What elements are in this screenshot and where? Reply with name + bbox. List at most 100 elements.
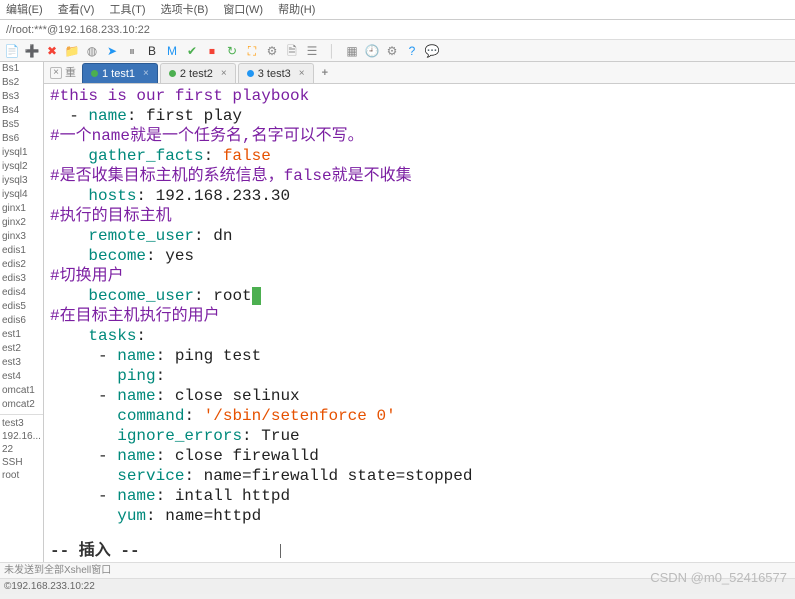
sep[interactable]: │ <box>324 43 340 59</box>
folder-icon[interactable]: 📁 <box>64 43 80 59</box>
tab[interactable]: 2 test2 × <box>160 63 236 83</box>
menu-tabs[interactable]: 选项卡(B) <box>161 4 209 16</box>
tab-strip: × 重 1 test1 × 2 test2 × 3 test3 × + <box>44 62 795 84</box>
file-icon[interactable]: 📄 <box>4 43 20 59</box>
session-item[interactable]: iysql1 <box>0 146 43 160</box>
help-icon[interactable]: ? <box>404 43 420 59</box>
menu-help[interactable]: 帮助(H) <box>278 4 315 16</box>
term-line: - name: close firewalld <box>50 446 789 466</box>
session-item[interactable]: ginx2 <box>0 216 43 230</box>
session-item[interactable]: est1 <box>0 328 43 342</box>
list-icon[interactable]: ☰ <box>304 43 320 59</box>
session-item[interactable]: iysql4 <box>0 188 43 202</box>
term-line: #this is our first playbook <box>50 86 789 106</box>
gear2-icon[interactable]: ⚙ <box>384 43 400 59</box>
session-item[interactable]: iysql2 <box>0 160 43 174</box>
menu-edit[interactable]: 编辑(E) <box>6 4 43 16</box>
session-item[interactable]: est3 <box>0 356 43 370</box>
pause-icon[interactable]: ⏸ <box>124 43 140 59</box>
term-line: - name: close selinux <box>50 386 789 406</box>
status-dot-icon <box>169 70 176 77</box>
side-tab[interactable]: × 重 <box>44 63 82 83</box>
tab-label: 3 test3 <box>258 64 291 84</box>
term-line: - name: intall httpd <box>50 486 789 506</box>
session-item[interactable]: ginx3 <box>0 230 43 244</box>
session-info: test3 <box>0 417 43 430</box>
session-item[interactable]: edis4 <box>0 286 43 300</box>
main: Bs1Bs2Bs3Bs4Bs5Bs6iysql1iysql2iysql3iysq… <box>0 62 795 562</box>
close-icon[interactable]: × <box>143 64 149 84</box>
session-info: root <box>0 469 43 482</box>
session-item[interactable]: ginx1 <box>0 202 43 216</box>
menu-window[interactable]: 窗口(W) <box>223 4 263 16</box>
term-line: #在目标主机执行的用户 <box>50 306 789 326</box>
chat-icon[interactable]: 💬 <box>424 43 440 59</box>
session-item[interactable]: Bs6 <box>0 132 43 146</box>
full-icon[interactable]: ⛶ <box>244 43 260 59</box>
menu-view[interactable]: 查看(V) <box>58 4 95 16</box>
term-line: yum: name=httpd <box>50 506 789 526</box>
session-info: 22 <box>0 443 43 456</box>
add-icon[interactable]: ➕ <box>24 43 40 59</box>
session-item[interactable]: Bs3 <box>0 90 43 104</box>
term-line: tasks: <box>50 326 789 346</box>
clock-icon[interactable]: 🕘 <box>364 43 380 59</box>
terminal[interactable]: #this is our first playbook - name: firs… <box>44 84 795 536</box>
gear-icon[interactable]: ⚙ <box>264 43 280 59</box>
broadcast-bar: 未发送到全部Xshell窗口 <box>0 562 795 578</box>
term-line: become: yes <box>50 246 789 266</box>
tab-label: 1 test1 <box>102 64 135 84</box>
session-item[interactable]: edis3 <box>0 272 43 286</box>
grid-icon[interactable]: ▦ <box>344 43 360 59</box>
term-line: gather_facts: false <box>50 146 789 166</box>
close-icon[interactable]: × <box>221 64 227 84</box>
session-item[interactable]: edis5 <box>0 300 43 314</box>
caret-icon <box>280 544 281 558</box>
session-item[interactable]: omcat2 <box>0 398 43 412</box>
bold-icon[interactable]: B <box>144 43 160 59</box>
session-item[interactable]: Bs5 <box>0 118 43 132</box>
cross-icon[interactable]: ✖ <box>44 43 60 59</box>
session-info: SSH <box>0 456 43 469</box>
session-info: 192.16... <box>0 430 43 443</box>
disk-icon[interactable]: ◍ <box>84 43 100 59</box>
term-line: #切换用户 <box>50 266 789 286</box>
session-item[interactable]: est2 <box>0 342 43 356</box>
term-line: #一个name就是一个任务名,名字可以不写。 <box>50 126 789 146</box>
menu-tools[interactable]: 工具(T) <box>109 4 145 16</box>
tab-label: 2 test2 <box>180 64 213 84</box>
status-dot-icon <box>247 70 254 77</box>
tab[interactable]: 3 test3 × <box>238 63 314 83</box>
close-icon[interactable]: × <box>299 64 305 84</box>
term-line: hosts: 192.168.233.30 <box>50 186 789 206</box>
side-close-icon[interactable]: × <box>50 67 62 79</box>
arrow-icon[interactable]: ➤ <box>104 43 120 59</box>
session-sidebar: Bs1Bs2Bs3Bs4Bs5Bs6iysql1iysql2iysql3iysq… <box>0 62 44 562</box>
italic-icon[interactable]: M <box>164 43 180 59</box>
term-line: - name: ping test <box>50 346 789 366</box>
session-item[interactable]: est4 <box>0 370 43 384</box>
term-line: ping: <box>50 366 789 386</box>
status-bar: ©192.168.233.10:22 <box>0 578 795 594</box>
session-item[interactable]: Bs4 <box>0 104 43 118</box>
refresh-icon[interactable]: ↻ <box>224 43 240 59</box>
address-bar[interactable]: //root:***@192.168.233.10:22 <box>0 20 795 40</box>
stop-icon[interactable]: ⏹ <box>204 43 220 59</box>
session-item[interactable]: edis1 <box>0 244 43 258</box>
status-dot-icon <box>91 70 98 77</box>
tab[interactable]: 1 test1 × <box>82 63 158 83</box>
session-item[interactable]: edis6 <box>0 314 43 328</box>
term-line: #执行的目标主机 <box>50 206 789 226</box>
tab-add[interactable]: + <box>316 63 334 83</box>
check-icon[interactable]: ✔ <box>184 43 200 59</box>
menubar: 编辑(E) 查看(V) 工具(T) 选项卡(B) 窗口(W) 帮助(H) <box>0 0 795 20</box>
session-item[interactable]: Bs2 <box>0 76 43 90</box>
layers-icon[interactable]: 🗎 <box>284 43 300 59</box>
term-line: - name: first play <box>50 106 789 126</box>
toolbar: 📄➕✖📁◍➤⏸BM✔⏹↻⛶⚙🗎☰│▦🕘⚙?💬 <box>0 40 795 62</box>
session-item[interactable]: iysql3 <box>0 174 43 188</box>
editor-area: × 重 1 test1 × 2 test2 × 3 test3 × + #this is … <box>44 62 795 562</box>
session-item[interactable]: Bs1 <box>0 62 43 76</box>
session-item[interactable]: omcat1 <box>0 384 43 398</box>
session-item[interactable]: edis2 <box>0 258 43 272</box>
